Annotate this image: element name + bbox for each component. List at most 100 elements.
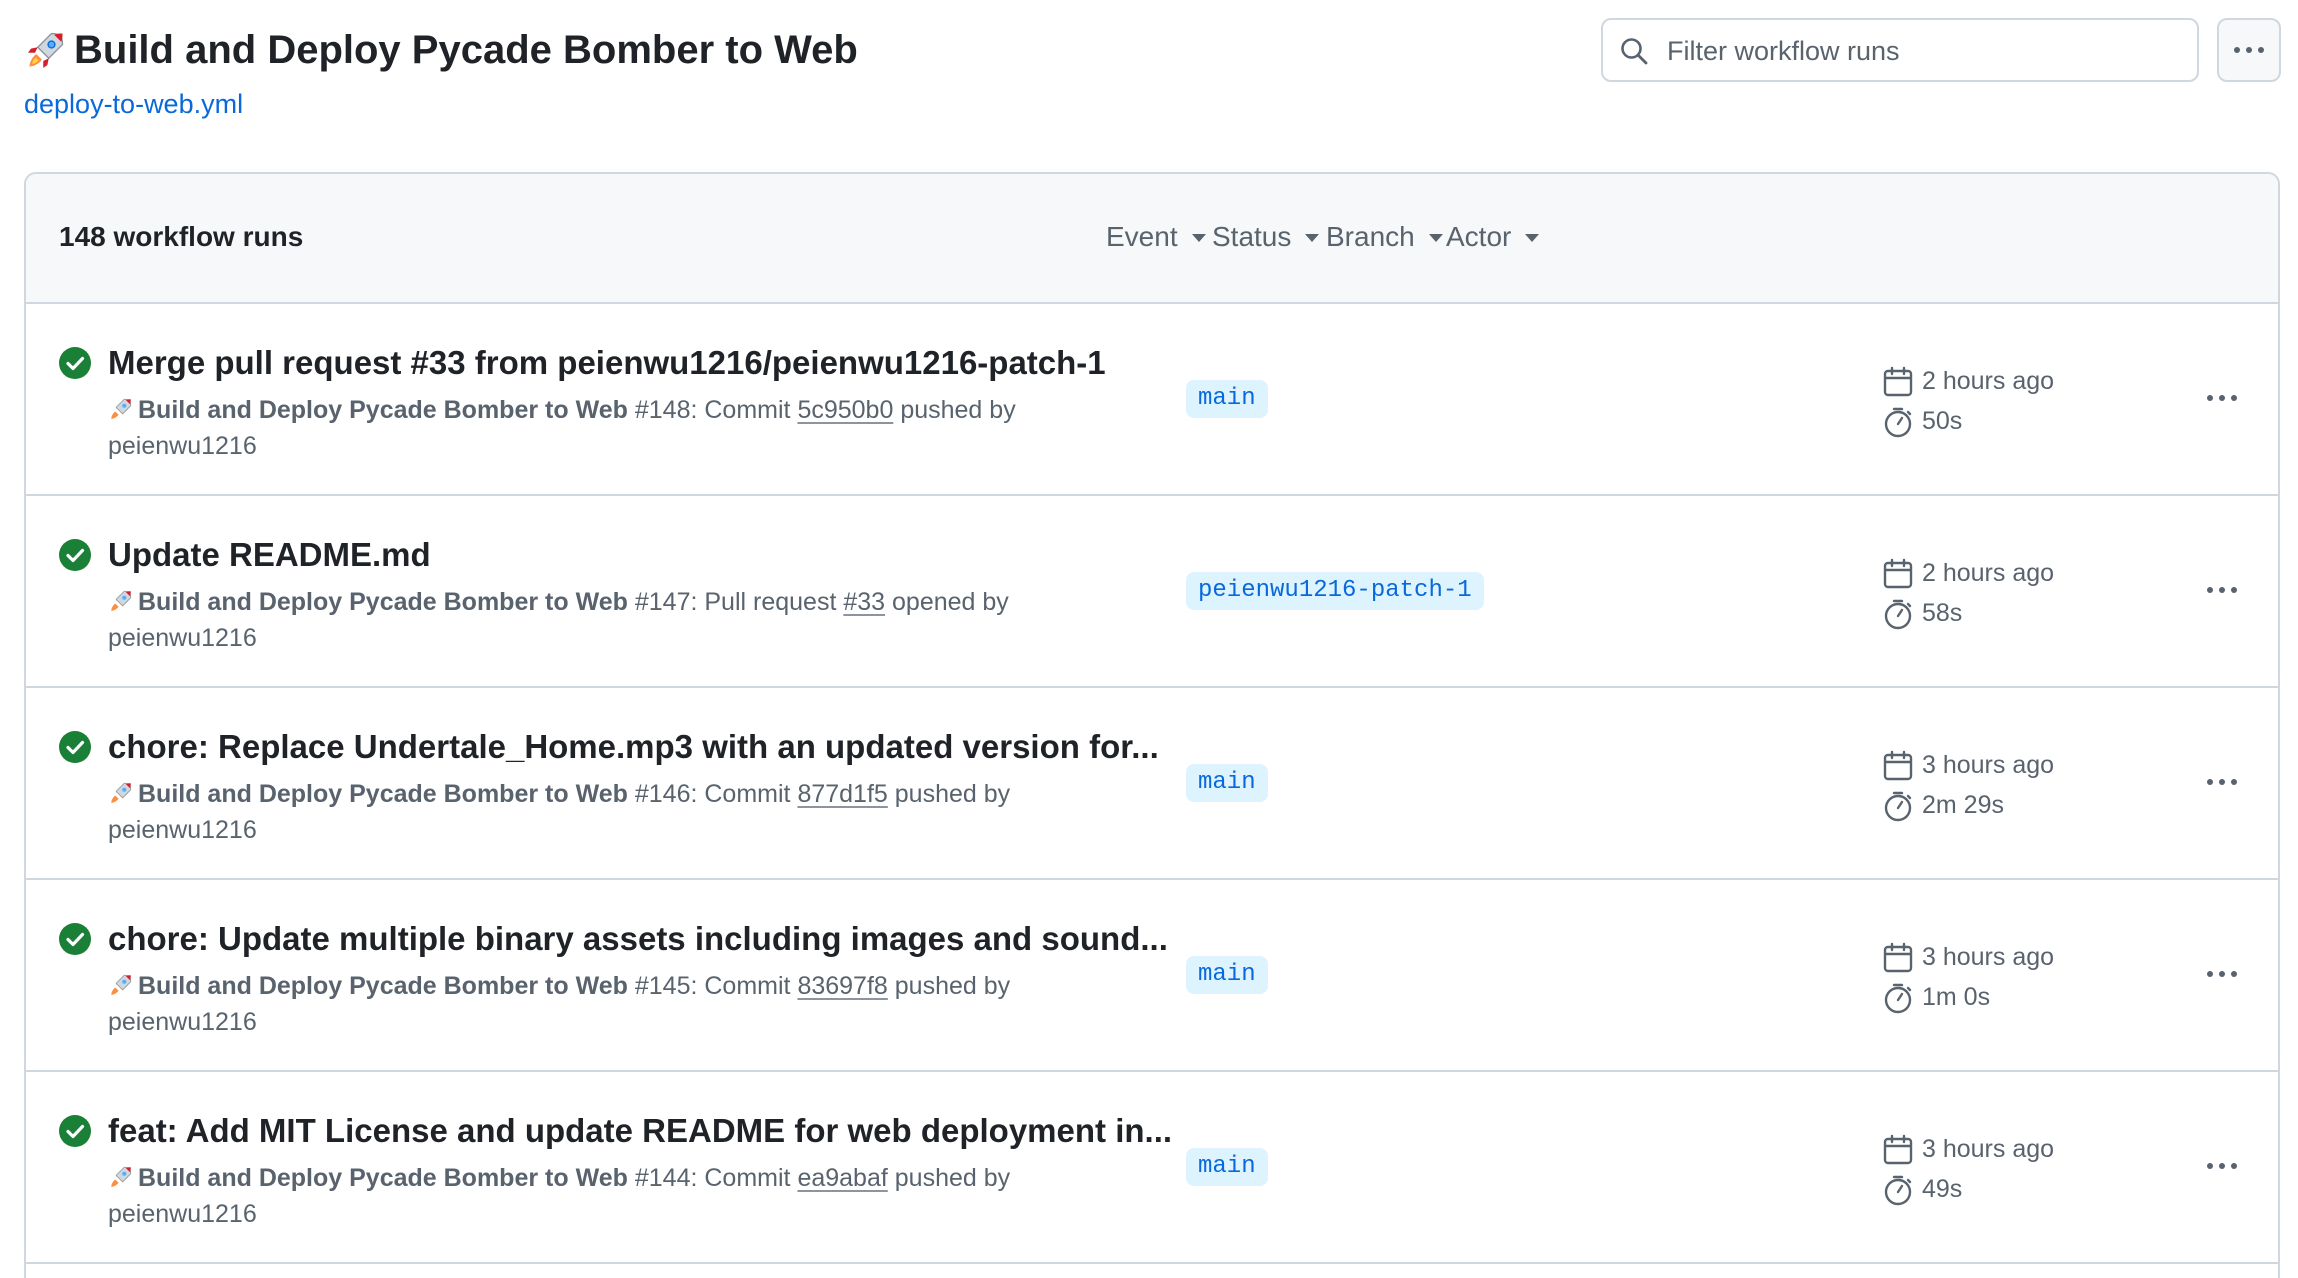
- run-event-text: : Commit: [690, 396, 798, 424]
- stopwatch-icon: [1884, 791, 1912, 822]
- filter-branch-dropdown[interactable]: Branch: [1326, 219, 1443, 255]
- run-meta: Build and Deploy Pycade Bomber to Web #1…: [108, 968, 1108, 1040]
- workflow-runs-list: 148 workflow runs Event Status Branch Ac…: [24, 172, 2280, 1278]
- run-event-suffix: pushed by: [887, 1164, 1011, 1192]
- filter-runs-search[interactable]: Filter workflow runs: [1601, 18, 2199, 82]
- rocket-icon: [111, 590, 132, 611]
- check-circle-fill-icon: [59, 1115, 91, 1147]
- kebab-horizontal-icon: [2207, 395, 2237, 401]
- run-meta: Build and Deploy Pycade Bomber to Web #1…: [108, 392, 1108, 464]
- runs-list-header: 148 workflow runs Event Status Branch Ac…: [26, 174, 2278, 304]
- run-menu-button[interactable]: [2202, 386, 2242, 410]
- run-title-link[interactable]: Merge pull request #33 from peienwu1216/…: [108, 342, 1106, 384]
- run-actor: peienwu1216: [108, 432, 257, 460]
- run-workflow-name: Build and Deploy Pycade Bomber to Web: [138, 588, 628, 616]
- workflow-run-row[interactable]: Update README.md Build and Deploy Pycade…: [26, 496, 2278, 688]
- run-meta: Build and Deploy Pycade Bomber to Web #1…: [108, 584, 1108, 656]
- run-event-text: : Commit: [690, 972, 798, 1000]
- run-title-link[interactable]: chore: Replace Undertale_Home.mp3 with a…: [108, 726, 1159, 768]
- run-number: #148: [634, 396, 691, 424]
- check-circle-fill-icon: [59, 539, 91, 571]
- kebab-horizontal-icon: [2207, 971, 2237, 977]
- run-menu-button[interactable]: [2202, 1154, 2242, 1178]
- branch-label[interactable]: main: [1186, 380, 1268, 418]
- run-title-link[interactable]: Update README.md: [108, 534, 431, 576]
- page-header: Build and Deploy Pycade Bomber to Web de…: [0, 0, 2298, 170]
- run-event-text: : Commit: [690, 1164, 798, 1192]
- run-time-ago: 3 hours ago: [1922, 1135, 2055, 1163]
- commit-sha-link[interactable]: 83697f8: [797, 972, 887, 1000]
- run-number: #147: [634, 588, 691, 616]
- branch-label[interactable]: main: [1186, 764, 1268, 802]
- triangle-down-icon: [1191, 234, 1206, 242]
- workflow-title-text: Build and Deploy Pycade Bomber to Web: [74, 28, 858, 72]
- branch-label[interactable]: main: [1186, 1148, 1268, 1186]
- rocket-icon: [111, 974, 132, 995]
- branch-label[interactable]: peienwu1216-patch-1: [1186, 572, 1484, 610]
- workflow-run-row[interactable]: chore: Replace Undertale_Home.mp3 with a…: [26, 688, 2278, 880]
- commit-sha-link[interactable]: 5c950b0: [797, 396, 893, 424]
- run-event-suffix: pushed by: [893, 396, 1016, 424]
- run-menu-button[interactable]: [2202, 770, 2242, 794]
- filter-event-label: Event: [1106, 221, 1178, 252]
- calendar-icon: [1883, 558, 1913, 589]
- stopwatch-icon: [1884, 1175, 1912, 1206]
- run-event-text: : Pull request: [690, 588, 844, 616]
- check-circle-fill-icon: [59, 731, 91, 763]
- calendar-icon: [1883, 366, 1913, 397]
- run-title-link[interactable]: chore: Update multiple binary assets inc…: [108, 918, 1168, 960]
- run-workflow-name: Build and Deploy Pycade Bomber to Web: [138, 972, 628, 1000]
- rocket-icon: [111, 782, 132, 803]
- triangle-down-icon: [1428, 234, 1443, 242]
- triangle-down-icon: [1305, 234, 1320, 242]
- filter-status-label: Status: [1212, 221, 1292, 252]
- run-number: #146: [634, 780, 691, 808]
- filter-actor-label: Actor: [1446, 221, 1512, 252]
- run-menu-button[interactable]: [2202, 578, 2242, 602]
- workflow-menu-button[interactable]: [2217, 18, 2281, 82]
- run-event-suffix: pushed by: [887, 972, 1011, 1000]
- workflow-file-link[interactable]: deploy-to-web.yml: [24, 86, 243, 122]
- run-duration: 58s: [1922, 599, 1963, 627]
- run-event-text: : Commit: [690, 780, 798, 808]
- run-duration: 2m 29s: [1922, 791, 2004, 819]
- search-icon: [1621, 38, 1648, 65]
- filter-branch-label: Branch: [1326, 221, 1415, 252]
- run-workflow-name: Build and Deploy Pycade Bomber to Web: [138, 396, 628, 424]
- run-actor: peienwu1216: [108, 1008, 257, 1036]
- workflow-run-row[interactable]: Merge pull request #33 from peienwu1216/…: [26, 304, 2278, 496]
- kebab-horizontal-icon: [2234, 47, 2264, 53]
- runs-count: 148 workflow runs: [59, 221, 304, 252]
- run-time-ago: 2 hours ago: [1922, 559, 2055, 587]
- run-actor: peienwu1216: [108, 1200, 257, 1228]
- commit-sha-link[interactable]: 877d1f5: [797, 780, 887, 808]
- filter-actor-dropdown[interactable]: Actor: [1446, 219, 1540, 255]
- workflow-title: Build and Deploy Pycade Bomber to Web: [24, 24, 858, 76]
- stopwatch-icon: [1884, 407, 1912, 438]
- kebab-horizontal-icon: [2207, 587, 2237, 593]
- search-input-placeholder[interactable]: Filter workflow runs: [1667, 34, 1900, 68]
- run-menu-button[interactable]: [2202, 962, 2242, 986]
- stopwatch-icon: [1884, 983, 1912, 1014]
- run-meta: Build and Deploy Pycade Bomber to Web #1…: [108, 776, 1108, 848]
- pull-request-link[interactable]: #33: [843, 588, 885, 616]
- workflow-run-row[interactable]: feat: Add MIT License and update README …: [26, 1072, 2278, 1264]
- run-time-ago: 3 hours ago: [1922, 943, 2055, 971]
- workflow-run-row[interactable]: chore: Update multiple binary assets inc…: [26, 880, 2278, 1072]
- run-meta: Build and Deploy Pycade Bomber to Web #1…: [108, 1160, 1108, 1232]
- run-title-link[interactable]: feat: Add MIT License and update README …: [108, 1110, 1172, 1152]
- check-circle-fill-icon: [59, 923, 91, 955]
- branch-label[interactable]: main: [1186, 956, 1268, 994]
- run-actor: peienwu1216: [108, 816, 257, 844]
- commit-sha-link[interactable]: ea9abaf: [797, 1164, 887, 1192]
- rocket-icon: [111, 1166, 132, 1187]
- rocket-icon: [111, 398, 132, 419]
- filter-status-dropdown[interactable]: Status: [1212, 219, 1320, 255]
- run-time-ago: 2 hours ago: [1922, 367, 2055, 395]
- filter-event-dropdown[interactable]: Event: [1106, 219, 1206, 255]
- run-number: #144: [634, 1164, 691, 1192]
- run-duration: 49s: [1922, 1175, 1963, 1203]
- run-workflow-name: Build and Deploy Pycade Bomber to Web: [138, 780, 628, 808]
- rocket-icon: [28, 32, 64, 68]
- calendar-icon: [1883, 750, 1913, 781]
